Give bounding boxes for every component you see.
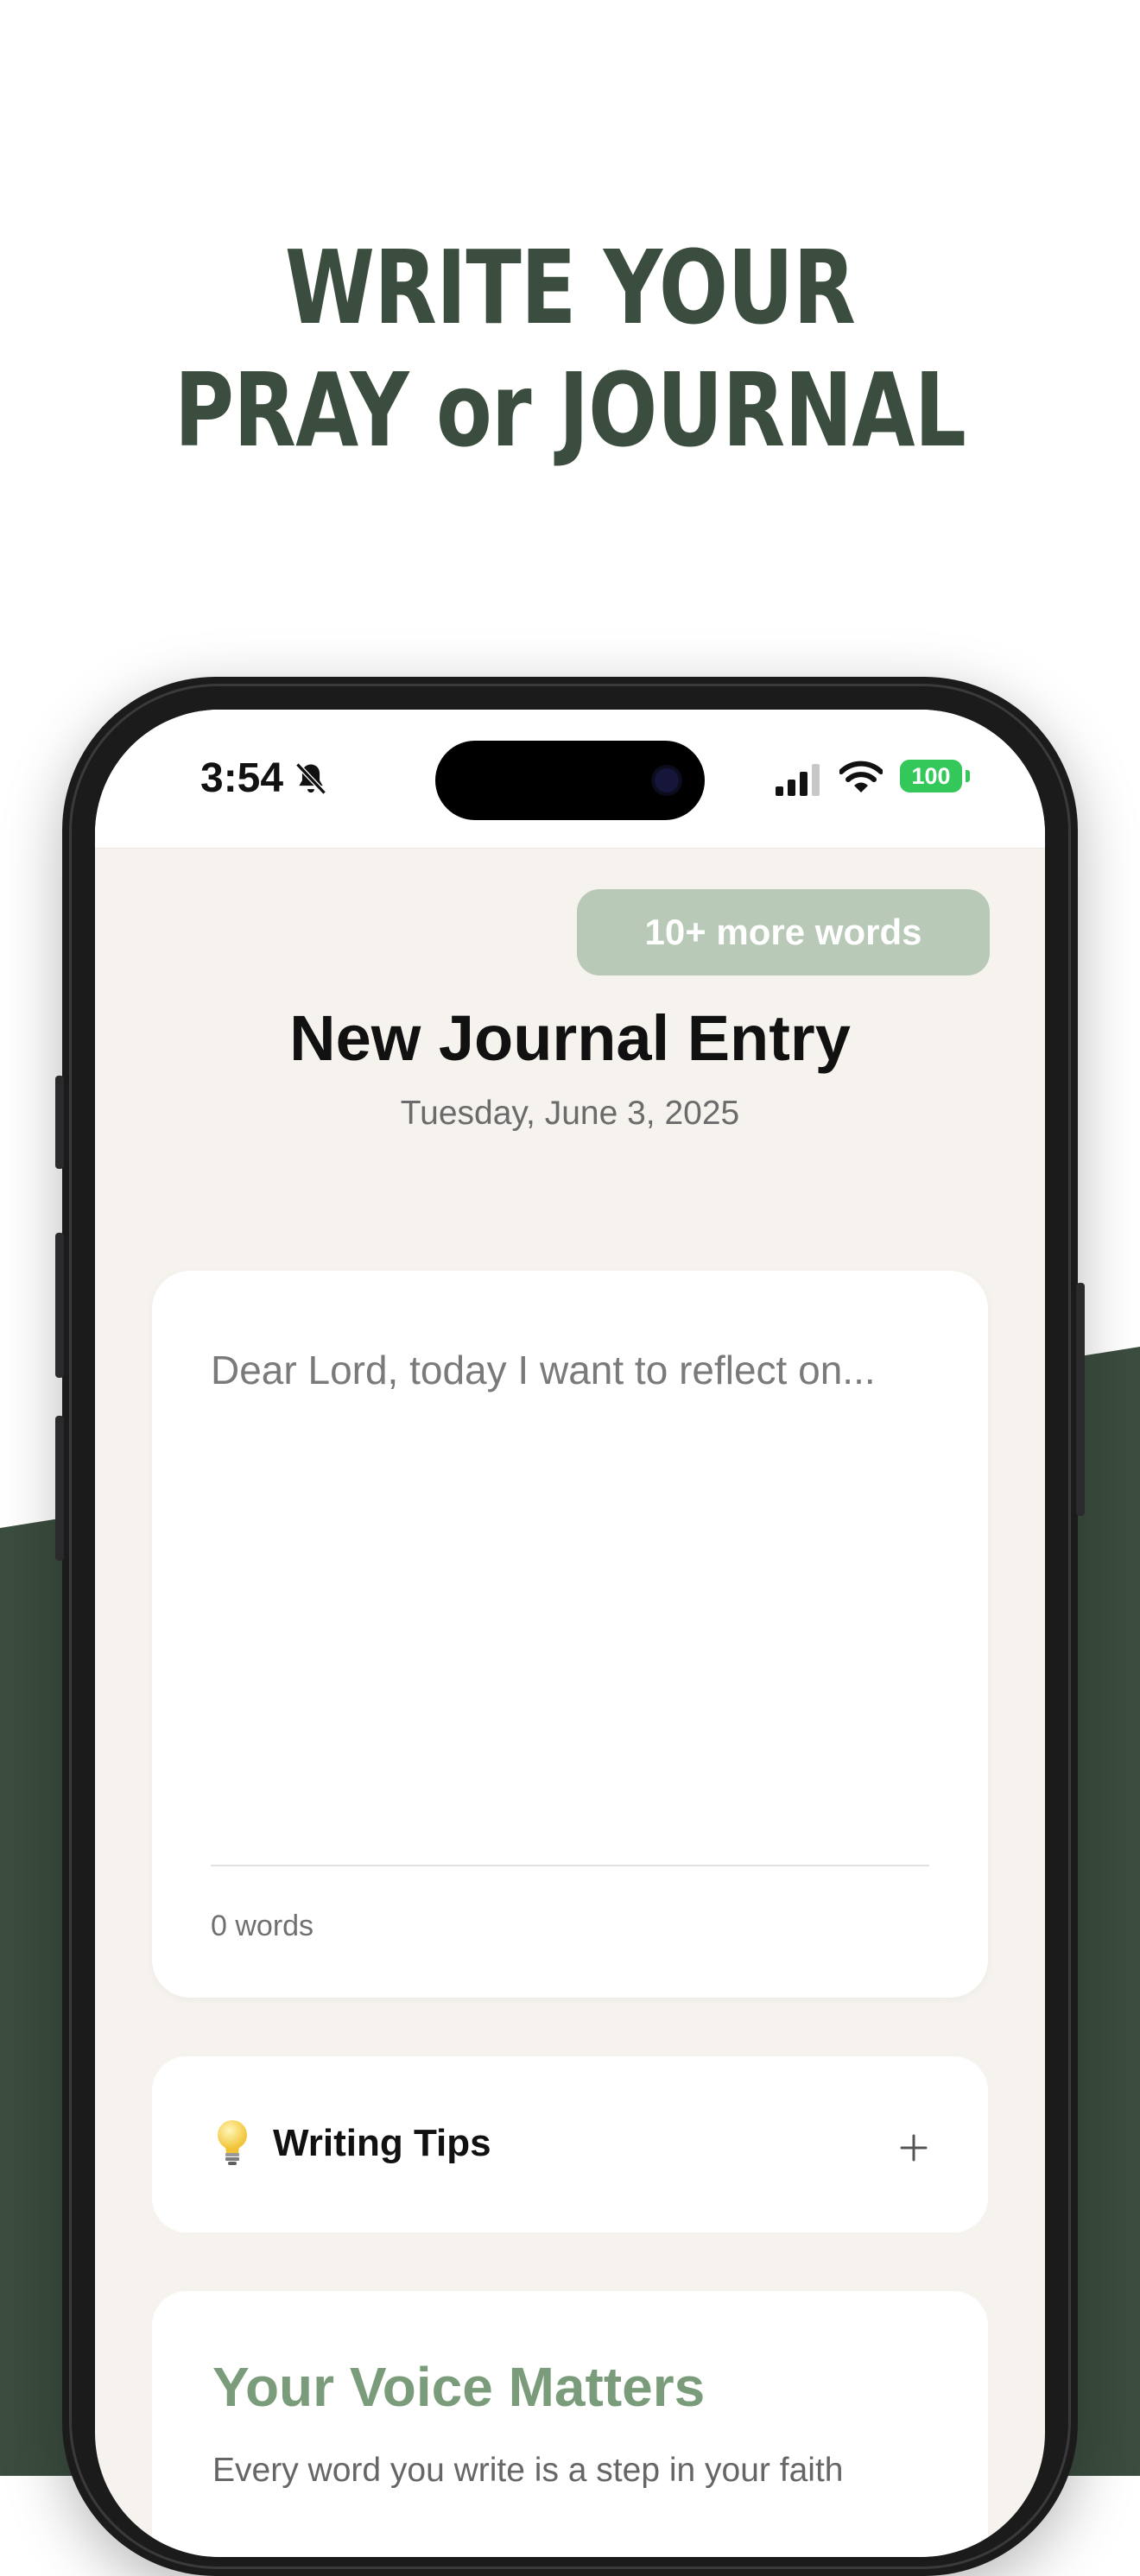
lightbulb-icon [218, 2120, 247, 2165]
bell-slash-icon [295, 762, 326, 795]
action-button [55, 1076, 64, 1169]
volume-up-button [55, 1233, 64, 1378]
voice-card-text: Every word you write is a step in your f… [212, 2452, 844, 2489]
status-time: 3:54 [200, 755, 284, 801]
battery-cap [966, 770, 970, 782]
headline-line-2: PRAY or JOURNAL [174, 350, 966, 470]
more-words-button[interactable]: 10+ more words [577, 889, 990, 975]
entry-date: Tuesday, June 3, 2025 [400, 1095, 740, 1132]
page-title: New Journal Entry [289, 1002, 851, 1074]
word-count: 0 words [211, 1910, 314, 1942]
writing-tips-label: Writing Tips [273, 2122, 491, 2164]
voice-matters-card: Your Voice Matters Every word you write … [152, 2291, 988, 2557]
battery-icon: 100 [900, 760, 962, 792]
front-camera [655, 768, 679, 792]
dynamic-island [435, 741, 705, 820]
wifi-icon [839, 761, 883, 792]
journal-text-input[interactable]: Dear Lord, today I want to reflect on... [211, 1347, 929, 1830]
volume-down-button [55, 1416, 64, 1561]
cellular-signal-icon [776, 764, 820, 796]
editor-divider [211, 1865, 929, 1866]
headline-line-1: WRITE YOUR [284, 228, 856, 347]
marketing-headline: WRITE YOUR PRAY or JOURNAL [114, 226, 1026, 471]
status-bar: 3:54 100 [95, 710, 1045, 849]
app-screen: 3:54 100 10+ more words New Journal Entr… [95, 710, 1045, 2557]
voice-card-title: Your Voice Matters [212, 2356, 706, 2418]
plus-icon[interactable] [900, 2134, 928, 2162]
writing-tips-toggle[interactable]: Writing Tips [152, 2056, 988, 2232]
power-button [1076, 1283, 1085, 1516]
phone-frame: 3:54 100 10+ more words New Journal Entr… [55, 677, 1085, 2576]
journal-editor-card: Dear Lord, today I want to reflect on...… [152, 1271, 988, 1998]
